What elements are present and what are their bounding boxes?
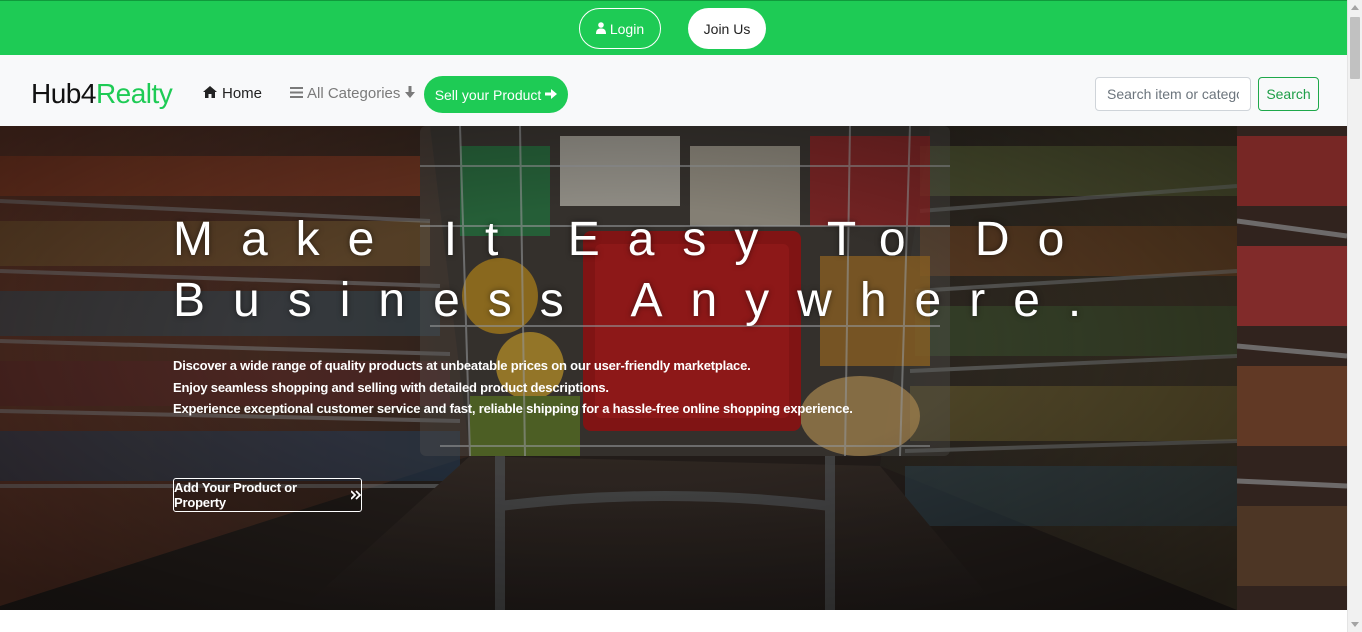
nav-all-categories-label: All Categories: [307, 85, 401, 102]
hero-description-line-2: Enjoy seamless shopping and selling with…: [173, 379, 609, 395]
add-product-label: Add Your Product or Property: [174, 480, 297, 510]
search-button-label: Search: [1266, 86, 1311, 102]
scroll-down-arrow-icon[interactable]: [1351, 622, 1359, 627]
navbar: Hub4Realty Home All Categories Sell your…: [0, 55, 1347, 126]
scrollbar-thumb[interactable]: [1350, 17, 1360, 79]
nav-home-label: Home: [222, 85, 263, 102]
sell-product-label: Sell your Product: [434, 86, 542, 103]
brand-logo[interactable]: Hub4Realty: [31, 78, 173, 109]
hero-title-line-1: Make It Easy To Do: [173, 213, 1093, 266]
hero-banner: Make It Easy To Do Business Anywhere. Di…: [0, 126, 1237, 610]
brand-prefix: Hub4: [31, 78, 96, 109]
search-button[interactable]: Search: [1258, 77, 1319, 111]
brand-accent: Realty: [95, 78, 173, 109]
arrow-down-icon: [404, 85, 416, 102]
top-bar: Login Join Us: [0, 0, 1347, 55]
side-shelf-image: [1237, 126, 1347, 610]
login-label: Login: [609, 20, 645, 37]
menu-icon: [290, 85, 303, 102]
join-us-button[interactable]: Join Us: [688, 8, 766, 49]
hero-description-line-1: Discover a wide range of quality product…: [173, 358, 751, 373]
hero-title-line-2: Business Anywhere.: [173, 274, 1110, 327]
arrow-right-icon: [545, 87, 558, 103]
hero-title: Make It Easy To Do Business Anywhere.: [173, 209, 1173, 331]
hero-description-line-3: Experience exceptional customer service …: [173, 401, 853, 416]
hero-description: Discover a wide range of quality product…: [173, 355, 873, 420]
nav-all-categories-dropdown[interactable]: All Categories: [290, 85, 416, 102]
nav-home-link[interactable]: Home: [203, 85, 262, 102]
scroll-up-arrow-icon[interactable]: [1351, 5, 1359, 10]
double-chevron-right-icon: [350, 488, 362, 503]
home-icon: [203, 85, 217, 102]
search-input[interactable]: [1095, 77, 1251, 111]
hero-side-image: [1237, 126, 1347, 610]
user-icon: [595, 21, 606, 37]
sell-product-button[interactable]: Sell your Product: [424, 76, 568, 113]
page-scrollbar[interactable]: [1347, 0, 1362, 632]
add-product-button[interactable]: Add Your Product or Property: [173, 478, 362, 512]
login-button[interactable]: Login: [579, 8, 661, 49]
join-us-label: Join Us: [703, 20, 751, 37]
